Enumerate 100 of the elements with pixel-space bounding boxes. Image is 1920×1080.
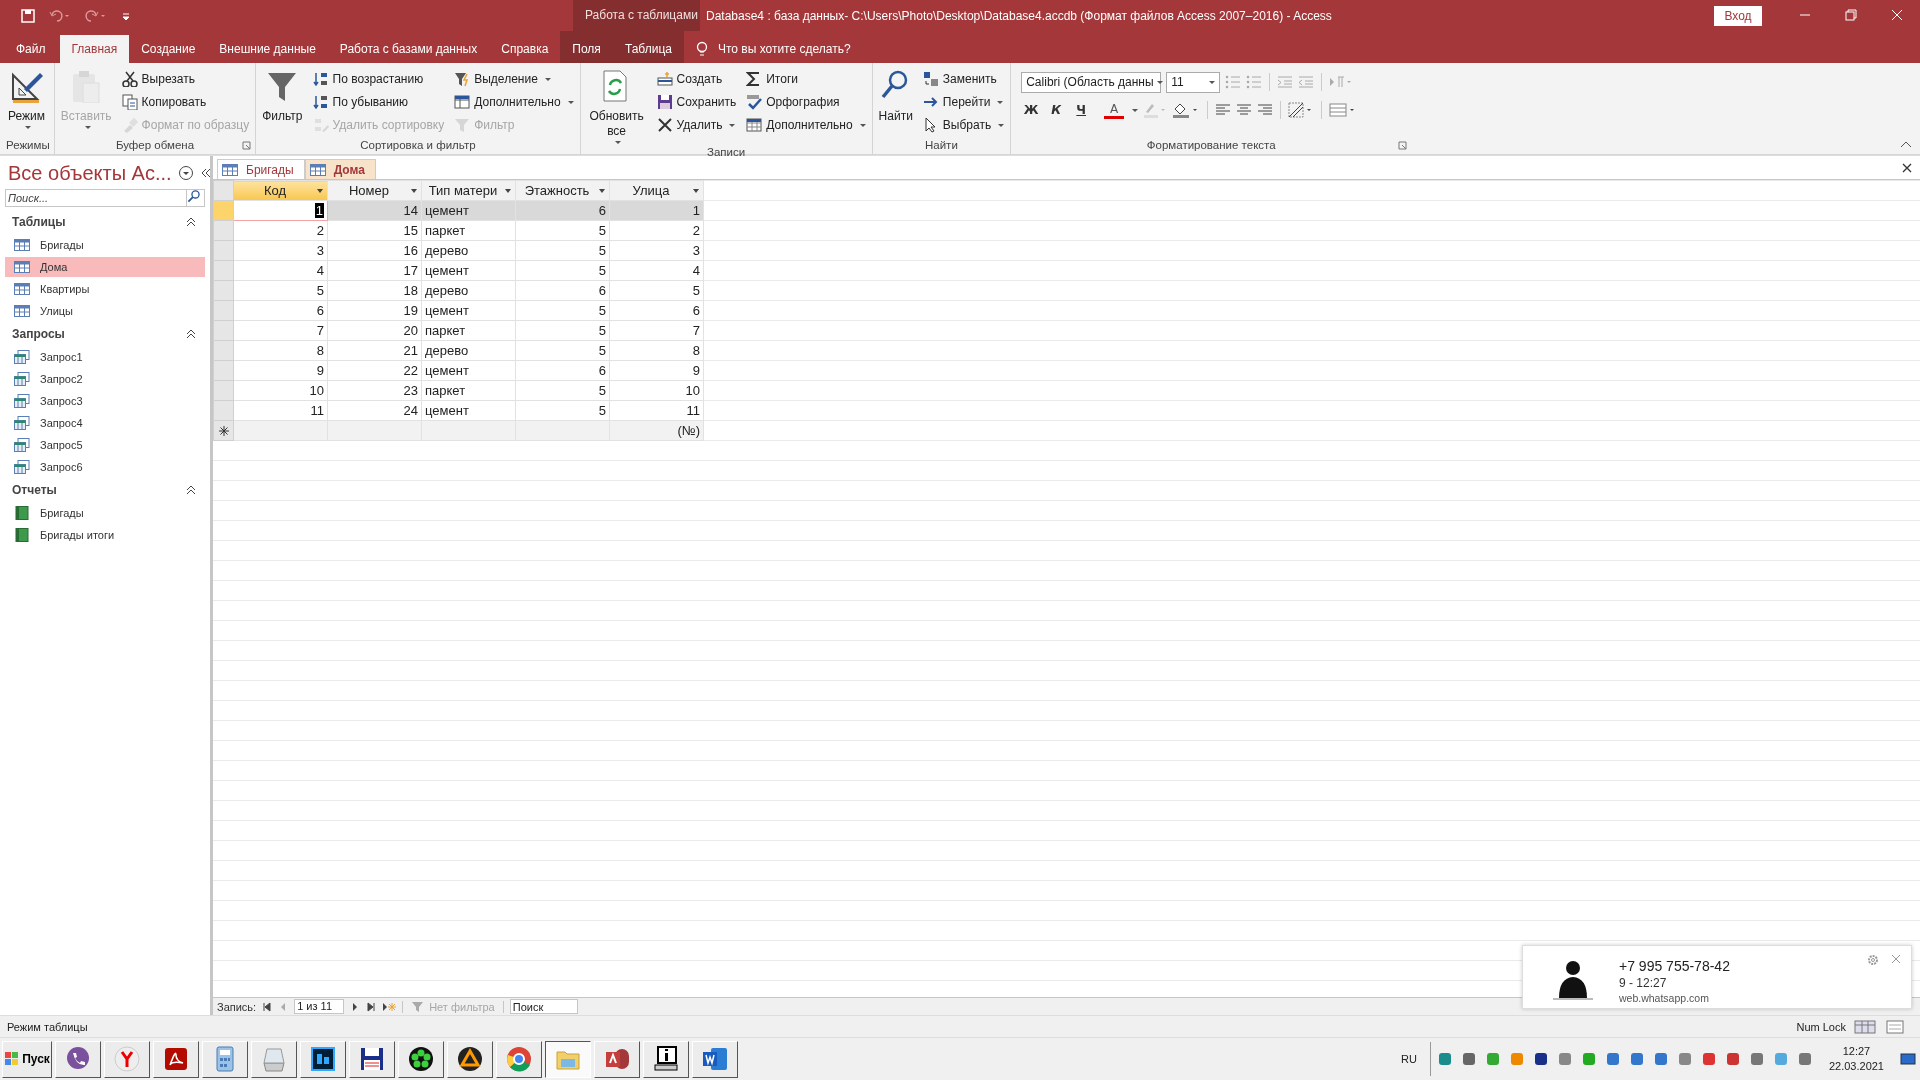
- ribbon-button[interactable]: Создать: [654, 69, 739, 89]
- ribbon-button[interactable]: Заменить: [920, 69, 1007, 89]
- ribbon-button[interactable]: Фильтр: [260, 67, 305, 136]
- dropdown-icon[interactable]: [177, 165, 194, 181]
- ribbon-tab[interactable]: Таблица: [612, 31, 684, 63]
- design-view-icon[interactable]: [1884, 1018, 1906, 1035]
- nav-item[interactable]: Бригады: [5, 503, 205, 523]
- align-right-icon[interactable]: [1257, 102, 1274, 118]
- ribbon-tab[interactable]: Внешние данные: [207, 35, 328, 63]
- column-header[interactable]: Этажность: [515, 180, 610, 201]
- nav-group-header[interactable]: Таблицы: [0, 211, 210, 233]
- sign-in-button[interactable]: Вход: [1714, 5, 1762, 26]
- dialog-launcher-icon[interactable]: [1398, 141, 1408, 150]
- last-record-icon[interactable]: [366, 1001, 377, 1012]
- paragraph-direction-icon[interactable]: [1329, 74, 1354, 90]
- column-header[interactable]: Код: [233, 180, 328, 201]
- font-name-field[interactable]: Calibri (Область данны: [1021, 71, 1162, 93]
- document-tab[interactable]: Бригады: [217, 159, 305, 179]
- nav-item[interactable]: Дома: [5, 257, 205, 277]
- nav-item[interactable]: Запрос1: [5, 347, 205, 367]
- collapse-pane-icon[interactable]: [199, 167, 212, 179]
- ribbon-tab[interactable]: Файл: [4, 35, 60, 63]
- document-tab[interactable]: Дома: [304, 159, 376, 179]
- ribbon-button[interactable]: Найти: [876, 67, 915, 136]
- redo-icon[interactable]: [85, 8, 107, 23]
- collapse-ribbon-icon[interactable]: [1900, 140, 1912, 148]
- tray-icon[interactable]: [1532, 1051, 1549, 1067]
- ribbon-button[interactable]: Итоги: [744, 69, 868, 89]
- ribbon-button[interactable]: По убыванию: [310, 92, 447, 112]
- nav-item[interactable]: Запрос2: [5, 369, 205, 389]
- scanner-icon: [260, 1045, 288, 1073]
- nav-item[interactable]: Запрос4: [5, 413, 205, 433]
- nav-item[interactable]: Бригады: [5, 235, 205, 255]
- nav-group-header[interactable]: Отчеты: [0, 479, 210, 501]
- tray-icon[interactable]: [1460, 1051, 1477, 1067]
- record-number-field[interactable]: 1 из 11: [294, 999, 345, 1014]
- language-indicator[interactable]: RU: [1401, 1053, 1427, 1065]
- ribbon-button[interactable]: Выбрать: [920, 115, 1007, 135]
- nav-group-header[interactable]: Запросы: [0, 323, 210, 345]
- align-left-icon[interactable]: [1215, 102, 1232, 118]
- nav-pane-title[interactable]: Все объекты Ac...: [8, 161, 172, 185]
- format-button[interactable]: Ч: [1071, 100, 1092, 120]
- search-field[interactable]: Поиск: [509, 999, 578, 1014]
- settings-icon[interactable]: [1867, 954, 1879, 966]
- ribbon-tab[interactable]: Справка: [489, 35, 561, 63]
- ribbon-button[interactable]: Режим: [6, 67, 47, 136]
- format-button[interactable]: A: [1104, 101, 1125, 119]
- tell-me-field[interactable]: Что вы хотите сделать?: [715, 41, 916, 57]
- datasheet-view-icon[interactable]: [1854, 1018, 1876, 1035]
- close-icon[interactable]: [1902, 162, 1912, 173]
- ribbon-tab[interactable]: Поля: [560, 31, 613, 63]
- align-center-icon[interactable]: [1236, 102, 1253, 118]
- group-label: Форматирование текста: [1146, 139, 1276, 151]
- flower-icon: [407, 1045, 435, 1073]
- ribbon-button[interactable]: По возрастанию: [310, 69, 447, 89]
- first-record-icon[interactable]: [262, 1001, 273, 1012]
- ribbon-tab[interactable]: Главная: [59, 35, 130, 63]
- column-header[interactable]: Тип матери: [421, 180, 516, 201]
- numbered-list-icon[interactable]: [1246, 74, 1263, 90]
- nav-item[interactable]: Квартиры: [5, 279, 205, 299]
- nav-item[interactable]: Запрос5: [5, 435, 205, 455]
- ribbon-button[interactable]: Копировать: [119, 92, 252, 112]
- ribbon-button[interactable]: Обновить все: [584, 67, 649, 146]
- undo-icon[interactable]: [49, 8, 71, 23]
- nav-item[interactable]: Улицы: [5, 301, 205, 321]
- ribbon-button[interactable]: Дополнительно: [452, 92, 576, 112]
- nav-item[interactable]: Запрос6: [5, 457, 205, 477]
- ribbon-button[interactable]: Выделение: [452, 69, 576, 89]
- taskbar-button[interactable]: [545, 1040, 591, 1078]
- ribbon-tab[interactable]: Создание: [129, 35, 208, 63]
- table-cell: 11: [609, 400, 704, 421]
- save-icon[interactable]: [21, 8, 35, 23]
- nav-item[interactable]: Запрос3: [5, 391, 205, 411]
- nav-item[interactable]: Бригады итоги: [5, 525, 205, 545]
- ribbon-button[interactable]: Орфография: [744, 92, 868, 112]
- ribbon-button[interactable]: Вырезать: [119, 69, 252, 89]
- format-button[interactable]: Ж: [1021, 100, 1042, 120]
- ribbon-button[interactable]: Сохранить: [654, 92, 739, 112]
- format-button[interactable]: К: [1046, 100, 1067, 120]
- show-desktop-icon[interactable]: [1900, 1052, 1916, 1066]
- table-cell: 9: [609, 360, 704, 381]
- table-cell: дерево: [421, 340, 516, 361]
- clock[interactable]: 12:27 22.03.2021: [1820, 1044, 1892, 1074]
- tray-icon[interactable]: [1724, 1051, 1741, 1067]
- row-selector[interactable]: [213, 420, 234, 441]
- ribbon-tab[interactable]: Работа с базами данных: [327, 35, 490, 63]
- column-header[interactable]: Номер: [327, 180, 422, 201]
- table-cell: цемент: [421, 360, 516, 381]
- bullet-list-icon[interactable]: [1225, 74, 1242, 90]
- query-icon: [14, 372, 30, 386]
- start-button[interactable]: Пуск: [2, 1040, 52, 1078]
- font-size-field[interactable]: 11: [1166, 71, 1221, 93]
- column-header[interactable]: Улица: [609, 180, 704, 201]
- dialog-launcher-icon[interactable]: [242, 141, 252, 150]
- new-record-icon[interactable]: [382, 1001, 397, 1012]
- ribbon-button[interactable]: Дополнительно: [744, 115, 868, 135]
- search-field[interactable]: Поиск...: [5, 189, 187, 207]
- ribbon-button[interactable]: Удалить: [654, 115, 739, 135]
- table-cell[interactable]: 1: [314, 203, 324, 218]
- ribbon-button[interactable]: Перейти: [920, 92, 1007, 112]
